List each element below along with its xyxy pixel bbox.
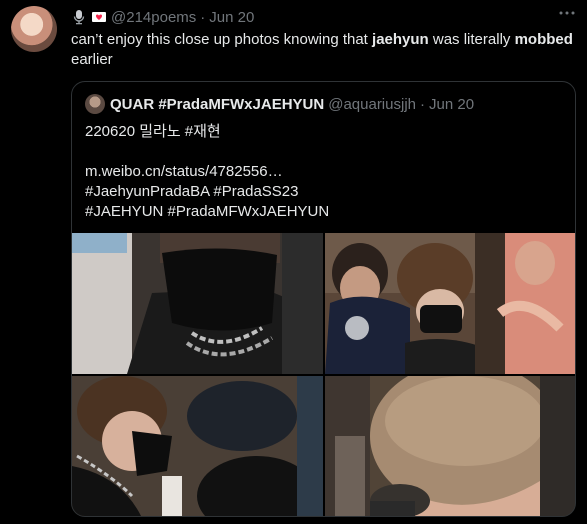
tweet-text-bold1: jaehyun — [372, 31, 429, 48]
quoted-tweet[interactable]: QUAR #PradaMFWxJAEHYUN @aquariusjjh · Ju… — [71, 81, 576, 517]
microphone-icon — [71, 9, 87, 25]
tweet-header: @214poems · Jun 20 — [71, 7, 254, 27]
tweet-text-part3: earlier — [71, 51, 113, 68]
tweet-time[interactable]: Jun 20 — [209, 9, 254, 26]
quote-header: QUAR #PradaMFWxJAEHYUN @aquariusjjh · Ju… — [85, 94, 474, 114]
more-dots-icon[interactable] — [556, 6, 578, 26]
photo-4[interactable] — [325, 376, 575, 516]
quote-hashtags-2[interactable]: #JAEHYUN #PradaMFWxJAEHYUN — [85, 202, 565, 222]
quote-time[interactable]: Jun 20 — [429, 96, 474, 113]
avatar[interactable] — [11, 6, 57, 52]
quote-line-1: 220620 밀라노 #재현 — [85, 123, 221, 140]
photo-1[interactable] — [72, 233, 323, 374]
quote-hashtags-1[interactable]: #JaehyunPradaBA #PradaSS23 — [85, 182, 565, 202]
quote-gap — [85, 142, 565, 162]
tweet-handle[interactable]: @214poems — [111, 9, 196, 26]
quote-name[interactable]: QUAR #PradaMFWxJAEHYUN — [110, 96, 324, 113]
heart-letter-icon — [91, 9, 107, 25]
quote-handle[interactable]: @aquariusjjh — [328, 96, 416, 113]
tweet-text-bold2: mobbed — [514, 31, 573, 48]
photo-2[interactable] — [325, 233, 575, 374]
quote-avatar[interactable] — [85, 94, 105, 114]
tweet-text-part2: was literally — [428, 31, 515, 48]
separator: · — [200, 8, 206, 26]
quote-text: 220620 밀라노 #재현 m.weibo.cn/status/4782556… — [85, 122, 565, 222]
tweet[interactable]: @214poems · Jun 20 can’t enjoy this clos… — [0, 0, 587, 524]
quote-link[interactable]: m.weibo.cn/status/4782556… — [85, 162, 565, 182]
tweet-text-part1: can’t enjoy this close up photos knowing… — [71, 31, 373, 48]
photo-3[interactable] — [72, 376, 323, 516]
media-grid — [72, 233, 575, 516]
tweet-text: can’t enjoy this close up photos knowing… — [71, 30, 581, 70]
quote-separator: · — [420, 95, 425, 113]
